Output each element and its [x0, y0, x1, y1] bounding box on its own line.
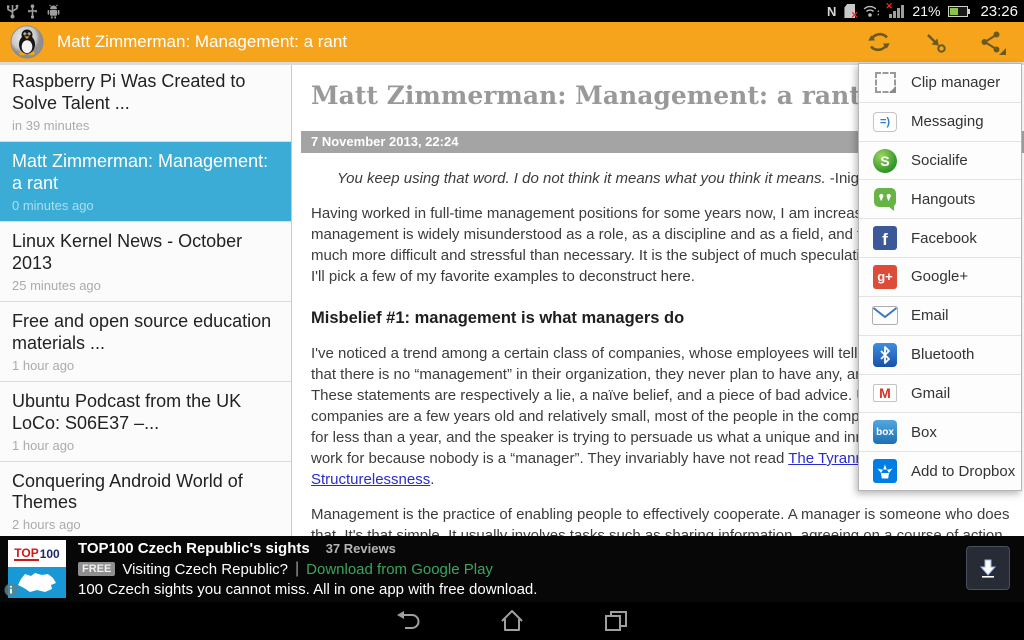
share-button[interactable] — [976, 27, 1006, 57]
list-item-title: Raspberry Pi Was Created to Solve Talent… — [12, 71, 279, 115]
share-option-dropbox[interactable]: Add to Dropbox — [859, 451, 1021, 490]
screen: N ✕ ✕ 21% 23:26 — [0, 0, 1024, 640]
share-option-label: Google+ — [911, 268, 968, 285]
data-transfer-icon — [863, 4, 881, 19]
share-menu: Clip manager =) Messaging S Socialife Ha… — [858, 63, 1022, 491]
ad-app-icon[interactable]: TOP100 — [8, 540, 66, 598]
bluetooth-icon — [872, 342, 898, 368]
list-item-time: 1 hour ago — [12, 438, 279, 453]
android-icon — [46, 4, 61, 19]
navigation-bar — [0, 602, 1024, 640]
share-option-label: Hangouts — [911, 191, 975, 208]
list-item-title: Free and open source education materials… — [12, 311, 279, 355]
list-item-title: Ubuntu Podcast from the UK LoCo: S06E37 … — [12, 391, 279, 435]
list-item[interactable]: Ubuntu Podcast from the UK LoCo: S06E37 … — [0, 382, 291, 462]
list-item[interactable]: Linux Kernel News - October 2013 25 minu… — [0, 222, 291, 302]
usb-debugging-icon — [6, 4, 19, 19]
share-option-box[interactable]: box Box — [859, 412, 1021, 451]
list-item-title: Matt Zimmerman: Management: a rant — [12, 151, 279, 195]
share-option-label: Box — [911, 424, 937, 441]
email-icon — [872, 303, 898, 329]
ad-reviews: 37 Reviews — [326, 541, 396, 556]
list-item-time: 0 minutes ago — [12, 198, 279, 213]
share-option-clip-manager[interactable]: Clip manager — [859, 64, 1021, 102]
recent-apps-button[interactable] — [601, 606, 631, 636]
list-item-title: Conquering Android World of Themes — [12, 471, 279, 515]
back-button[interactable] — [393, 606, 423, 636]
dropbox-icon — [872, 458, 898, 484]
share-option-label: Bluetooth — [911, 346, 974, 363]
messaging-icon: =) — [872, 109, 898, 135]
ad-separator: | — [295, 560, 299, 578]
share-option-facebook[interactable]: f Facebook — [859, 218, 1021, 257]
share-option-bluetooth[interactable]: Bluetooth — [859, 335, 1021, 374]
share-option-label: Clip manager — [911, 74, 1000, 91]
socialife-icon: S — [872, 148, 898, 174]
googleplus-icon: g+ — [872, 264, 898, 290]
ad-icon-text: TOP — [14, 547, 38, 561]
refresh-button[interactable] — [864, 27, 894, 57]
ad-free-badge: FREE — [78, 562, 115, 576]
app-bar: Matt Zimmerman: Management: a rant — [0, 22, 1024, 62]
box-icon: box — [872, 419, 898, 445]
ad-question: Visiting Czech Republic? — [122, 561, 288, 578]
battery-icon — [948, 6, 968, 17]
ad-title: TOP100 Czech Republic's sights — [78, 540, 310, 557]
list-item-time: 2 hours ago — [12, 517, 279, 532]
signal-error-icon: ✕ — [889, 4, 904, 18]
share-option-socialife[interactable]: S Socialife — [859, 141, 1021, 180]
share-option-email[interactable]: Email — [859, 296, 1021, 335]
hangouts-icon — [872, 186, 898, 212]
tux-logo — [10, 25, 44, 59]
ad-banner[interactable]: TOP100 TOP100 Czech Republic's sights 37… — [0, 536, 1024, 602]
list-item[interactable]: Conquering Android World of Themes 2 hou… — [0, 462, 291, 542]
ad-icon-text: 100 — [40, 548, 60, 560]
sim-error-icon: ✕ — [844, 4, 855, 18]
home-button[interactable] — [497, 606, 527, 636]
quote-text: You keep using that word. I do not think… — [337, 170, 826, 187]
list-item-time: in 39 minutes — [12, 118, 279, 133]
share-option-hangouts[interactable]: Hangouts — [859, 179, 1021, 218]
list-item[interactable]: Free and open source education materials… — [0, 302, 291, 382]
list-item-time: 25 minutes ago — [12, 278, 279, 293]
share-option-gmail[interactable]: M Gmail — [859, 374, 1021, 413]
ad-info-icon[interactable] — [4, 583, 18, 602]
list-item-time: 1 hour ago — [12, 358, 279, 373]
share-option-googleplus[interactable]: g+ Google+ — [859, 257, 1021, 296]
clip-manager-icon — [872, 70, 898, 96]
ad-description: 100 Czech sights you cannot miss. All in… — [78, 581, 537, 598]
share-option-label: Email — [911, 307, 949, 324]
nfc-icon: N — [827, 4, 836, 19]
clock: 23:26 — [976, 3, 1018, 20]
share-overflow-indicator — [999, 48, 1006, 55]
list-item-title: Linux Kernel News - October 2013 — [12, 231, 279, 275]
gmail-icon: M — [872, 380, 898, 406]
ad-cta-link[interactable]: Download from Google Play — [306, 561, 493, 578]
share-option-label: Add to Dropbox — [911, 463, 1015, 480]
share-option-label: Messaging — [911, 113, 984, 130]
share-option-label: Socialife — [911, 152, 968, 169]
ad-download-button[interactable] — [966, 546, 1010, 590]
status-bar: N ✕ ✕ 21% 23:26 — [0, 0, 1024, 22]
share-option-label: Facebook — [911, 230, 977, 247]
app-bar-title: Matt Zimmerman: Management: a rant — [57, 32, 347, 52]
usb-connected-icon — [27, 4, 38, 19]
list-item-selected[interactable]: Matt Zimmerman: Management: a rant 0 min… — [0, 142, 291, 222]
share-option-messaging[interactable]: =) Messaging — [859, 102, 1021, 141]
paragraph-text: . — [430, 471, 434, 488]
facebook-icon: f — [872, 225, 898, 251]
battery-percent: 21% — [912, 3, 940, 19]
list-item[interactable]: Raspberry Pi Was Created to Solve Talent… — [0, 62, 291, 142]
open-in-browser-button[interactable] — [920, 27, 950, 57]
share-option-label: Gmail — [911, 385, 950, 402]
